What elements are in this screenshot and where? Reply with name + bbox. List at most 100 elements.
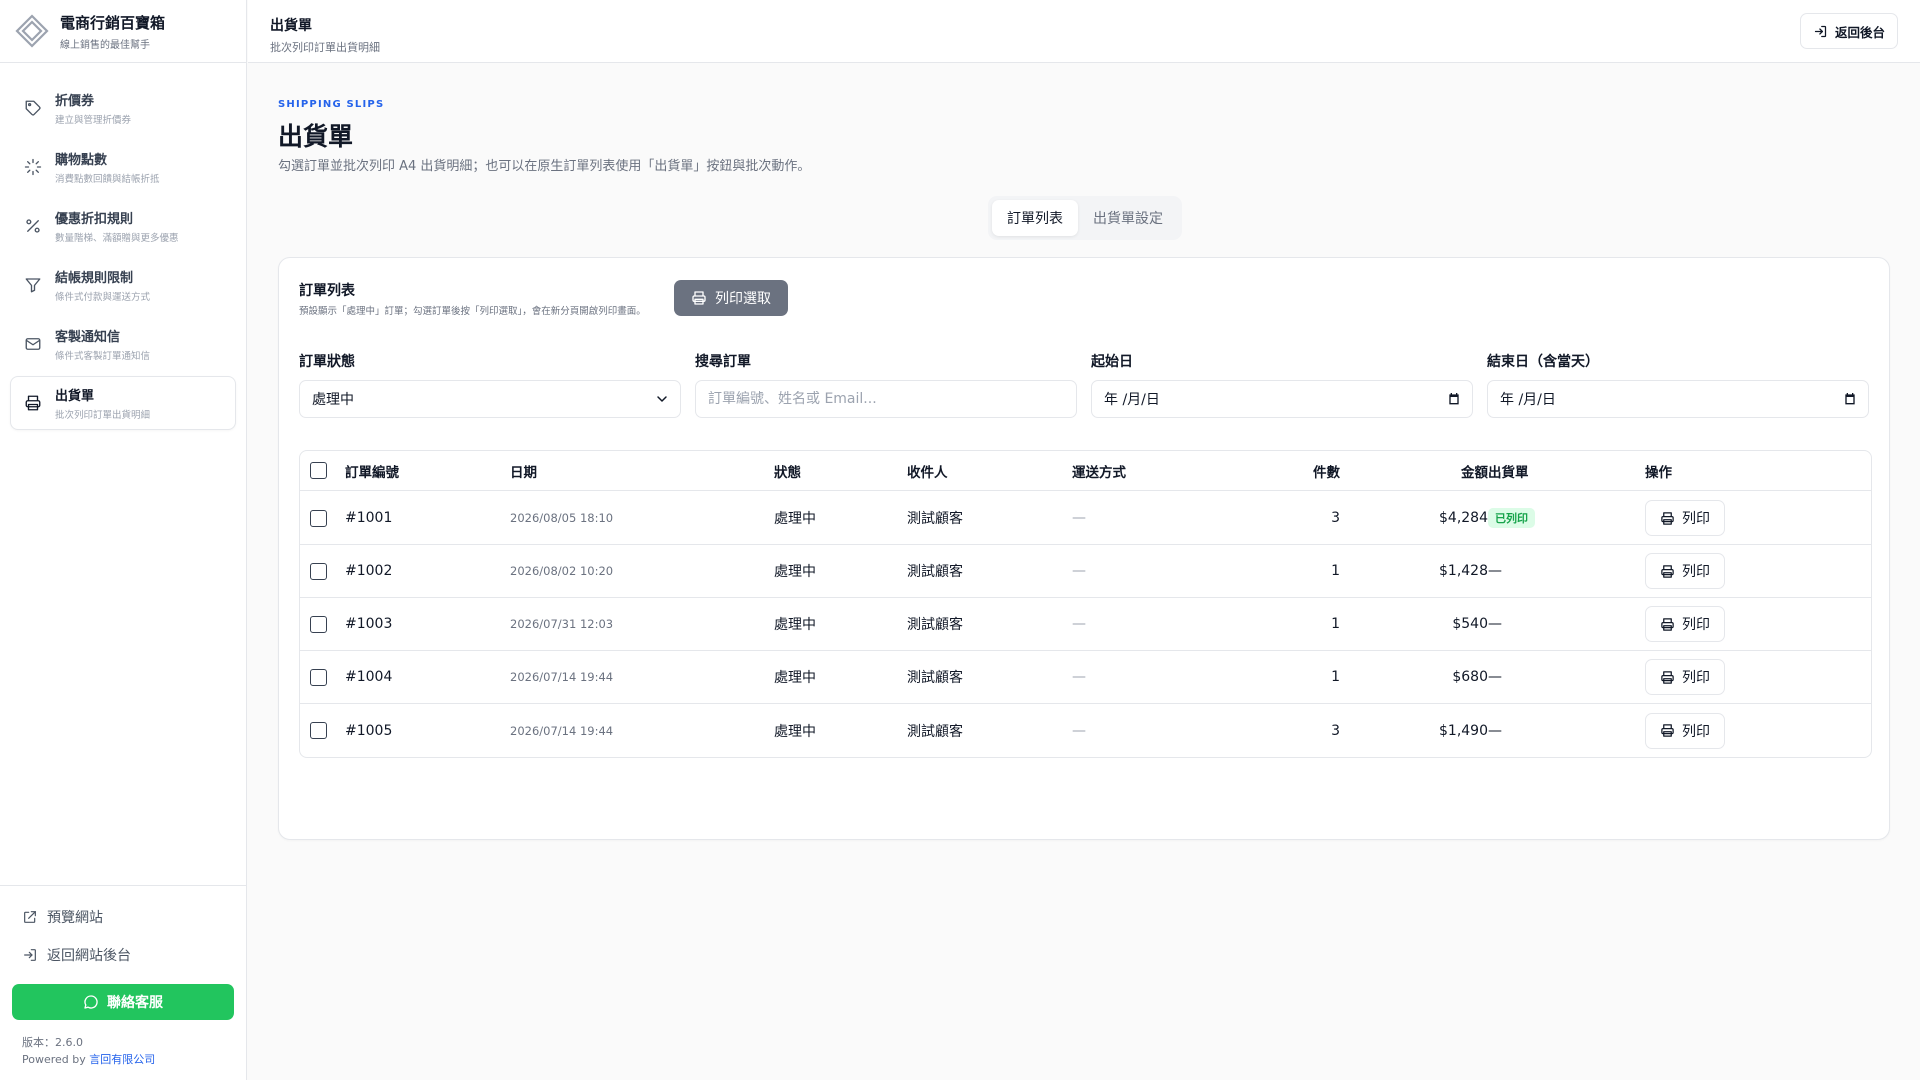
order-amount: $4,284 [1439, 510, 1488, 526]
powered-company-link[interactable]: 言回有限公司 [89, 1053, 155, 1066]
tab-order-list[interactable]: 訂單列表 [992, 200, 1078, 236]
table-header-row: 訂單編號 日期 狀態 收件人 運送方式 件數 金額 出貨單 操作 [300, 451, 1871, 491]
order-status: 處理中 [774, 617, 816, 633]
tab-slip-settings[interactable]: 出貨單設定 [1078, 200, 1178, 236]
print-row-label: 列印 [1682, 723, 1710, 740]
preview-site-link[interactable]: 預覽網站 [12, 898, 234, 936]
slip-status: — [1488, 616, 1502, 632]
calendar-icon[interactable] [1842, 391, 1858, 407]
print-row-button[interactable]: 列印 [1645, 553, 1725, 589]
printed-badge: 已列印 [1488, 508, 1535, 528]
order-status: 處理中 [774, 723, 816, 740]
row-action-cell: 列印 [1645, 492, 1725, 544]
table-row: #1002 2026/08/02 10:20 處理中 測試顧客 — 1 $1,4… [300, 545, 1871, 598]
order-number[interactable]: #1004 [345, 651, 392, 703]
version-text: 版本：2.6.0 [22, 1036, 83, 1049]
sidebar-item-shipping-slips[interactable]: 出貨單 批次列印訂單出貨明細 [10, 376, 236, 430]
order-shipping: — [1072, 563, 1086, 579]
sidebar: 電商行銷百寶箱 線上銷售的最佳幫手 折價券 建立與管理折價券 購物點數 消費點數回饋… [0, 0, 247, 1080]
slip-status: — [1488, 563, 1502, 579]
order-number[interactable]: #1003 [345, 598, 392, 650]
order-amount: $1,490 [1439, 722, 1488, 739]
order-qty: 3 [1331, 722, 1340, 739]
topbar-title: 出貨單 [270, 18, 312, 34]
row-select-cell [310, 704, 327, 757]
order-qty: 1 [1331, 669, 1340, 685]
row-action-cell: 列印 [1645, 598, 1725, 650]
row-checkbox[interactable] [310, 509, 327, 527]
back-to-dashboard-button[interactable]: 返回後台 [1799, 13, 1898, 49]
tab-bar: 訂單列表 出貨單設定 [988, 196, 1182, 240]
order-list-card: 訂單列表 預設顯示「處理中」訂單；勾選訂單後按「列印選取」，會在新分頁開啟列印畫… [278, 257, 1890, 840]
brand[interactable]: 電商行銷百寶箱 線上銷售的最佳幫手 [0, 0, 246, 63]
row-select-cell [310, 492, 327, 544]
topbar: 出貨單 批次列印訂單出貨明細 返回後台 [248, 0, 1920, 63]
header-status: 狀態 [774, 464, 801, 481]
print-row-button[interactable]: 列印 [1645, 659, 1725, 695]
header-order[interactable]: 訂單編號 [345, 451, 399, 490]
select-all-checkbox[interactable] [310, 462, 327, 479]
brand-title: 電商行銷百寶箱 [60, 13, 166, 32]
order-shipping: — [1072, 669, 1086, 685]
contact-support-label: 聯絡客服 [107, 995, 163, 1011]
contact-support-button[interactable]: 聯絡客服 [12, 984, 234, 1020]
sidebar-item-notifications[interactable]: 客製通知信 條件式客製訂單通知信 [10, 317, 236, 371]
order-status: 處理中 [774, 511, 816, 527]
start-date-filter: 起始日 年 /月/日 [1091, 351, 1473, 418]
print-row-button[interactable]: 列印 [1645, 606, 1725, 642]
calendar-icon[interactable] [1446, 391, 1462, 407]
header-qty: 件數 [1313, 464, 1340, 481]
slip-status: — [1488, 722, 1502, 739]
start-date-input[interactable]: 年 /月/日 [1091, 380, 1473, 418]
order-date: 2026/07/14 19:44 [510, 723, 614, 738]
order-number[interactable]: #1002 [345, 545, 392, 597]
printer-icon [692, 291, 706, 305]
order-number[interactable]: #1001 [345, 492, 392, 544]
sidebar-item-checkout-rules[interactable]: 結帳規則限制 條件式付款與運送方式 [10, 258, 236, 312]
order-recipient: 測試顧客 [907, 511, 963, 527]
header-date[interactable]: 日期 [510, 451, 537, 490]
sidebar-item-discount-rules[interactable]: 優惠折扣規則 數量階梯、滿額贈與更多優惠 [10, 199, 236, 253]
order-number[interactable]: #1005 [345, 704, 392, 757]
back-to-admin-link[interactable]: 返回網站後台 [12, 936, 234, 974]
row-checkbox[interactable] [310, 668, 327, 686]
order-recipient: 測試顧客 [907, 670, 963, 686]
order-status: 處理中 [774, 564, 816, 580]
end-date-value: 年 /月/日 [1500, 392, 1556, 408]
search-filter-label: 搜尋訂單 [695, 354, 751, 370]
main-content: SHIPPING SLIPS 出貨單 勾選訂單並批次列印 A4 出貨明細；也可以… [248, 64, 1920, 1080]
search-filter: 搜尋訂單 [695, 351, 1077, 418]
printer-icon [1661, 617, 1674, 631]
order-date: 2026/08/02 10:20 [510, 564, 614, 578]
sparkle-icon [23, 157, 43, 177]
select-all-cell [310, 451, 327, 490]
sidebar-item-label: 客製通知信 [55, 330, 121, 345]
row-checkbox[interactable] [310, 562, 327, 580]
status-select[interactable]: 處理中 [299, 380, 681, 418]
page-title: 出貨單 [278, 122, 354, 151]
order-amount: $540 [1452, 616, 1488, 632]
end-date-filter: 結束日（含當天） 年 /月/日 [1487, 351, 1869, 418]
card-title: 訂單列表 [299, 283, 355, 299]
back-to-dashboard-label: 返回後台 [1834, 24, 1885, 40]
end-date-label: 結束日（含當天） [1487, 354, 1599, 370]
order-recipient: 測試顧客 [907, 617, 963, 633]
row-checkbox[interactable] [310, 615, 327, 633]
row-checkbox[interactable] [310, 722, 327, 739]
print-row-label: 列印 [1682, 617, 1710, 633]
print-row-button[interactable]: 列印 [1645, 712, 1725, 749]
print-row-button[interactable]: 列印 [1645, 500, 1725, 536]
sidebar-item-points[interactable]: 購物點數 消費點數回饋與結帳折抵 [10, 140, 236, 194]
sidebar-item-coupons[interactable]: 折價券 建立與管理折價券 [10, 81, 236, 135]
sidebar-item-label: 折價券 [55, 94, 95, 109]
row-select-cell [310, 651, 327, 703]
chevron-down-icon [657, 396, 667, 402]
print-selected-button[interactable]: 列印選取 [674, 280, 788, 316]
search-input[interactable] [708, 391, 1064, 407]
end-date-input[interactable]: 年 /月/日 [1487, 380, 1869, 418]
order-amount: $680 [1452, 669, 1488, 685]
header-shipping: 運送方式 [1072, 464, 1126, 481]
order-amount: $1,428 [1439, 563, 1488, 579]
filter-icon [23, 275, 43, 295]
print-row-label: 列印 [1682, 670, 1710, 686]
